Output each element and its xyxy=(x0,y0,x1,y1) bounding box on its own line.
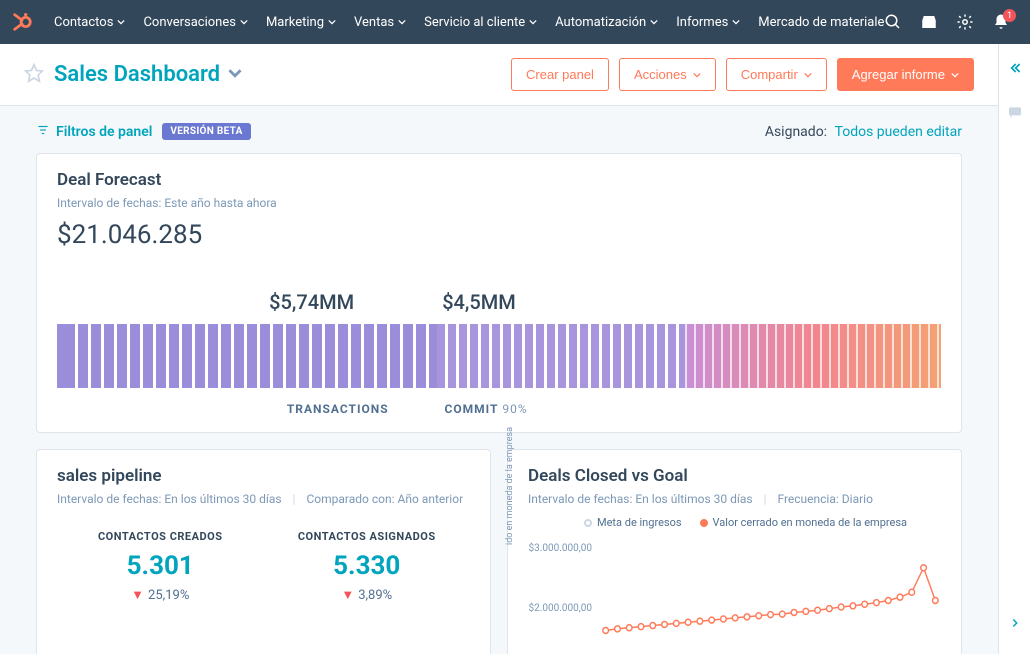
top-nav: Contactos Conversaciones Marketing Venta… xyxy=(0,0,1030,44)
y-axis: $3.000.000,00 $2.000.000,00 xyxy=(528,535,596,654)
pipeline-metrics: CONTACTOS CREADOS 5.301 ▼ 25,19% CONTACT… xyxy=(57,530,470,603)
hubspot-logo[interactable] xyxy=(10,10,34,34)
forecast-segment-commit[interactable] xyxy=(437,324,685,388)
assigned-link[interactable]: Todos pueden editar xyxy=(835,124,962,140)
expand-rail-icon[interactable] xyxy=(1008,615,1022,634)
comments-rail-icon[interactable] xyxy=(1007,104,1023,124)
down-caret-icon: ▼ xyxy=(341,587,354,603)
nav-contactos[interactable]: Contactos xyxy=(46,9,133,36)
card-title: Deal Forecast xyxy=(57,170,941,190)
forecast-axis-transactions: TRANSACTIONS xyxy=(287,402,427,416)
forecast-seg1-value: $5,74MM xyxy=(269,290,389,314)
dashboard-content: Deal Forecast Intervalo de fechas: Este … xyxy=(0,153,998,654)
forecast-value-labels: $5,74MM $4,5MM xyxy=(57,290,941,314)
create-panel-button[interactable]: Crear panel xyxy=(511,58,609,91)
search-icon[interactable] xyxy=(884,13,902,31)
metric-contactos-creados: CONTACTOS CREADOS 5.301 ▼ 25,19% xyxy=(57,530,264,603)
legend-goal[interactable]: Meta de ingresos xyxy=(584,516,682,529)
forecast-axis-labels: TRANSACTIONS COMMIT90% xyxy=(57,402,941,416)
legend-closed[interactable]: Valor cerrado en moneda de la empresa xyxy=(700,516,907,529)
nav-conversaciones[interactable]: Conversaciones xyxy=(135,9,256,36)
nav-informes[interactable]: Informes xyxy=(668,9,748,36)
dashboard-row-2: sales pipeline Intervalo de fechas: En l… xyxy=(36,449,962,654)
metric-change: ▼ 3,89% xyxy=(264,587,471,603)
right-rail xyxy=(998,44,1030,654)
deals-closed-vs-goal-card: Deals Closed vs Goal Intervalo de fechas… xyxy=(507,449,962,654)
collapse-rail-icon[interactable] xyxy=(1007,60,1023,80)
deals-chart: ido en moneda de la empresa $3.000.000,0… xyxy=(528,535,941,654)
card-title: Deals Closed vs Goal xyxy=(528,466,941,486)
forecast-bar-chart xyxy=(57,324,941,388)
metric-label: CONTACTOS CREADOS xyxy=(57,530,264,543)
forecast-seg2-value: $4,5MM xyxy=(442,290,562,314)
metric-value: 5.301 xyxy=(57,551,264,581)
panel-filters-link[interactable]: Filtros de panel xyxy=(56,124,152,140)
assigned-info: Asignado: Todos pueden editar xyxy=(765,124,962,140)
forecast-segment-transactions[interactable] xyxy=(57,324,437,388)
y-tick: $3.000.000,00 xyxy=(529,543,592,554)
metric-change: ▼ 25,19% xyxy=(57,587,264,603)
nav-ventas[interactable]: Ventas xyxy=(346,9,414,36)
notification-badge: 1 xyxy=(1003,9,1016,22)
nav-automatizacion[interactable]: Automatización xyxy=(547,9,666,36)
y-axis-label: ido en moneda de la empresa xyxy=(505,435,515,545)
filter-icon xyxy=(36,122,50,141)
actions-button[interactable]: Acciones xyxy=(619,58,716,91)
forecast-axis-commit: COMMIT90% xyxy=(445,402,585,416)
card-meta: Intervalo de fechas: En los últimos 30 d… xyxy=(57,492,470,506)
nav-marketing[interactable]: Marketing xyxy=(258,9,344,36)
share-button[interactable]: Compartir xyxy=(726,58,827,91)
header-actions: Crear panel Acciones Compartir Agregar i… xyxy=(511,58,974,91)
chart-legend: Meta de ingresos Valor cerrado en moneda… xyxy=(528,516,941,529)
card-meta: Intervalo de fechas: En los últimos 30 d… xyxy=(528,492,941,506)
y-tick: $2.000.000,00 xyxy=(529,603,592,614)
dashboard-title[interactable]: Sales Dashboard xyxy=(54,62,220,87)
deal-forecast-card: Deal Forecast Intervalo de fechas: Este … xyxy=(36,153,962,433)
nav-mercado[interactable]: Mercado de materiales xyxy=(750,9,884,36)
nav-servicio[interactable]: Servicio al cliente xyxy=(416,9,545,36)
filters-row: Filtros de panel VERSIÓN BETA Asignado: … xyxy=(0,106,998,153)
notifications-icon[interactable]: 1 xyxy=(992,13,1010,31)
chart-plot-area[interactable] xyxy=(600,535,941,654)
dashboard-selector-caret[interactable] xyxy=(228,65,242,84)
nav-items: Contactos Conversaciones Marketing Venta… xyxy=(46,9,884,36)
metric-value: 5.330 xyxy=(264,551,471,581)
metric-contactos-asignados: CONTACTOS ASIGNADOS 5.330 ▼ 3,89% xyxy=(264,530,471,603)
forecast-total: $21.046.285 xyxy=(57,220,941,250)
card-meta: Intervalo de fechas: Este año hasta ahor… xyxy=(57,196,941,210)
down-caret-icon: ▼ xyxy=(131,587,144,603)
card-title: sales pipeline xyxy=(57,466,470,486)
favorite-star-icon[interactable] xyxy=(24,63,44,87)
add-report-button[interactable]: Agregar informe xyxy=(837,58,974,91)
metric-label: CONTACTOS ASIGNADOS xyxy=(264,530,471,543)
forecast-segment-remainder[interactable] xyxy=(685,324,941,388)
sales-pipeline-card: sales pipeline Intervalo de fechas: En l… xyxy=(36,449,491,654)
marketplace-icon[interactable] xyxy=(920,13,938,31)
page-header: Sales Dashboard Crear panel Acciones Com… xyxy=(0,44,998,106)
settings-icon[interactable] xyxy=(956,13,974,31)
beta-badge: VERSIÓN BETA xyxy=(162,123,250,140)
nav-right: 1 xyxy=(884,13,1020,31)
